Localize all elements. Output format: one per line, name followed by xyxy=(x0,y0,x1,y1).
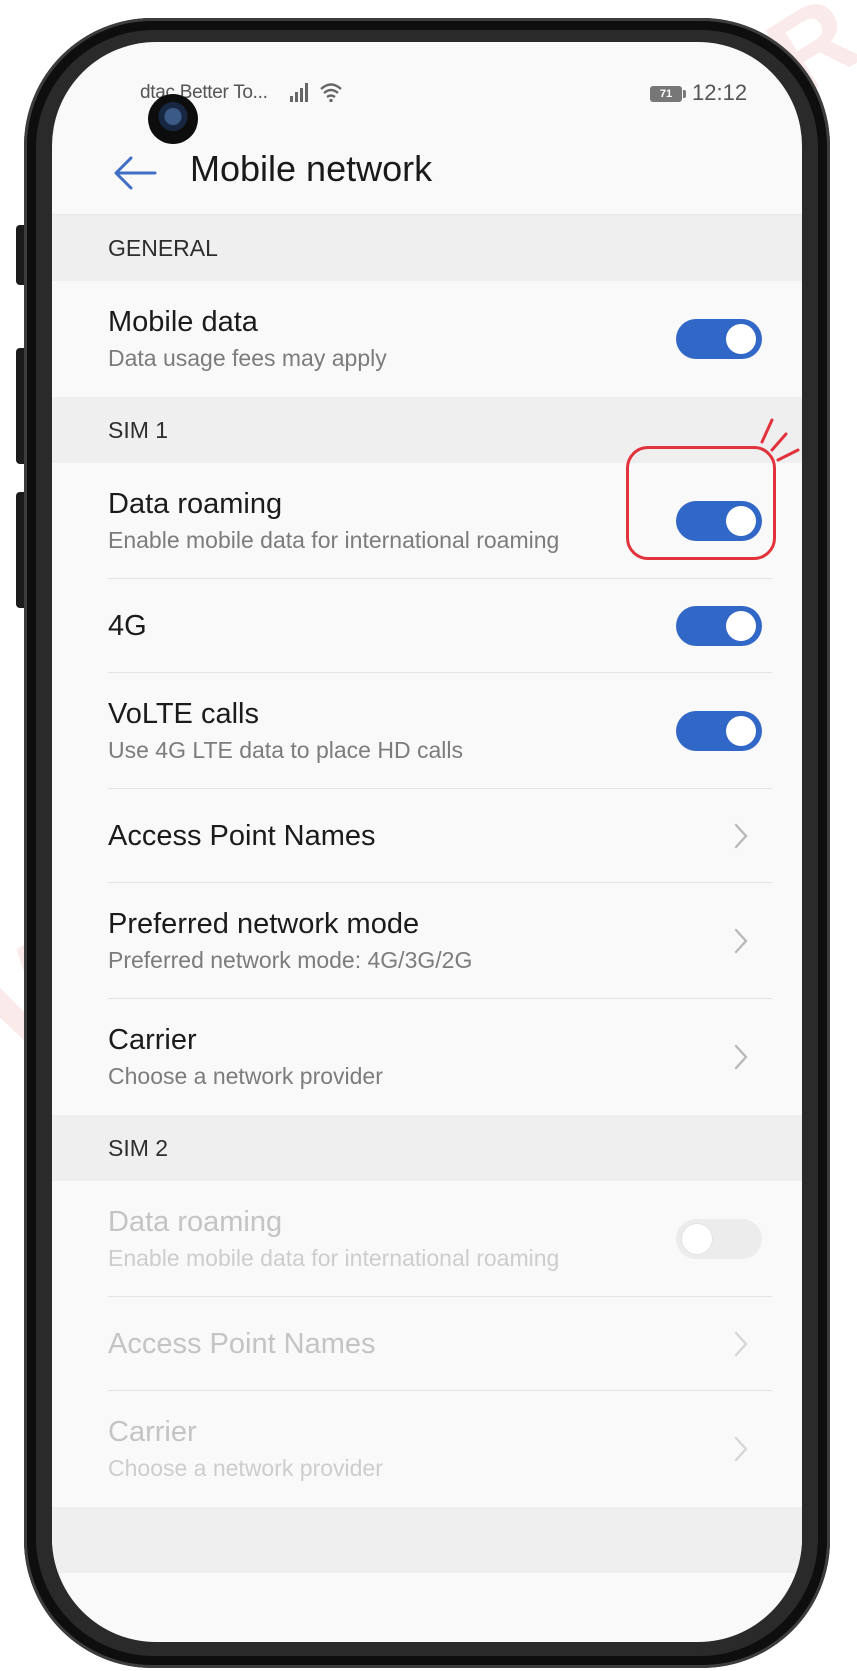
setting-sim1-network-mode[interactable]: Preferred network mode Preferred network… xyxy=(52,883,802,999)
setting-title: Access Point Names xyxy=(108,820,376,852)
setting-title: Mobile data xyxy=(108,306,258,338)
setting-title: Carrier xyxy=(108,1416,197,1448)
phone-frame: dtac Better To... 71 12:12 Mobile networ… xyxy=(24,18,830,1668)
page-title: Mobile network xyxy=(190,148,433,189)
toggle-knob xyxy=(726,506,756,536)
section-header-general: GENERAL xyxy=(52,215,802,281)
status-time: 12:12 xyxy=(692,80,748,105)
setting-title: Carrier xyxy=(108,1024,197,1056)
setting-subtitle: Data usage fees may apply xyxy=(108,345,387,371)
setting-title: Data roaming xyxy=(108,1206,283,1238)
chevron-right-icon xyxy=(730,1434,752,1464)
chevron-right-icon xyxy=(730,1042,752,1072)
setting-sim1-carrier[interactable]: Carrier Choose a network provider xyxy=(52,999,802,1115)
front-camera xyxy=(148,94,198,144)
setting-sim2-data-roaming: Data roaming Enable mobile data for inte… xyxy=(52,1181,802,1297)
section-header-sim2: SIM 2 xyxy=(52,1115,802,1181)
setting-subtitle: Enable mobile data for international roa… xyxy=(108,527,560,553)
setting-subtitle: Choose a network provider xyxy=(108,1063,383,1089)
mobile-data-toggle[interactable] xyxy=(676,319,762,359)
setting-title: VoLTE calls xyxy=(108,698,259,730)
toggle-knob xyxy=(726,324,756,354)
setting-sim1-4g[interactable]: 4G xyxy=(52,579,802,673)
signal-icon xyxy=(288,78,348,110)
toggle-knob xyxy=(726,611,756,641)
setting-mobile-data[interactable]: Mobile data Data usage fees may apply xyxy=(52,281,802,397)
settings-list: GENERAL Mobile data Data usage fees may … xyxy=(52,215,802,1573)
chevron-right-icon xyxy=(730,821,752,851)
section-footer xyxy=(52,1507,802,1573)
sim2-data-roaming-toggle xyxy=(676,1219,762,1259)
setting-title: Preferred network mode xyxy=(108,908,420,940)
sim1-data-roaming-toggle[interactable] xyxy=(676,501,762,541)
setting-subtitle: Choose a network provider xyxy=(108,1455,383,1481)
chevron-right-icon xyxy=(730,926,752,956)
setting-sim1-volte[interactable]: VoLTE calls Use 4G LTE data to place HD … xyxy=(52,673,802,789)
setting-title: Data roaming xyxy=(108,488,283,520)
setting-sim2-apn: Access Point Names xyxy=(52,1297,802,1391)
sim1-volte-toggle[interactable] xyxy=(676,711,762,751)
setting-sim1-apn[interactable]: Access Point Names xyxy=(52,789,802,883)
chevron-right-icon xyxy=(730,1329,752,1359)
setting-subtitle: Use 4G LTE data to place HD calls xyxy=(108,737,463,763)
setting-subtitle: Enable mobile data for international roa… xyxy=(108,1245,560,1271)
setting-sim2-carrier: Carrier Choose a network provider xyxy=(52,1391,802,1507)
back-button[interactable] xyxy=(106,144,164,202)
app-bar: Mobile network xyxy=(52,138,802,215)
section-header-sim1: SIM 1 xyxy=(52,397,802,463)
toggle-knob xyxy=(682,1224,712,1254)
page: SAMURAI WM dtac Better To... xyxy=(0,0,857,1671)
signal-wifi-icon xyxy=(290,83,342,102)
setting-subtitle: Preferred network mode: 4G/3G/2G xyxy=(108,947,473,973)
arrow-left-icon xyxy=(114,156,157,190)
setting-title: 4G xyxy=(108,610,147,642)
setting-sim1-data-roaming[interactable]: Data roaming Enable mobile data for inte… xyxy=(52,463,802,579)
sim1-4g-toggle[interactable] xyxy=(676,606,762,646)
battery-icon: 71 xyxy=(650,86,686,102)
toggle-knob xyxy=(726,716,756,746)
phone-screen: dtac Better To... 71 12:12 Mobile networ… xyxy=(52,42,802,1642)
setting-title: Access Point Names xyxy=(108,1328,376,1360)
